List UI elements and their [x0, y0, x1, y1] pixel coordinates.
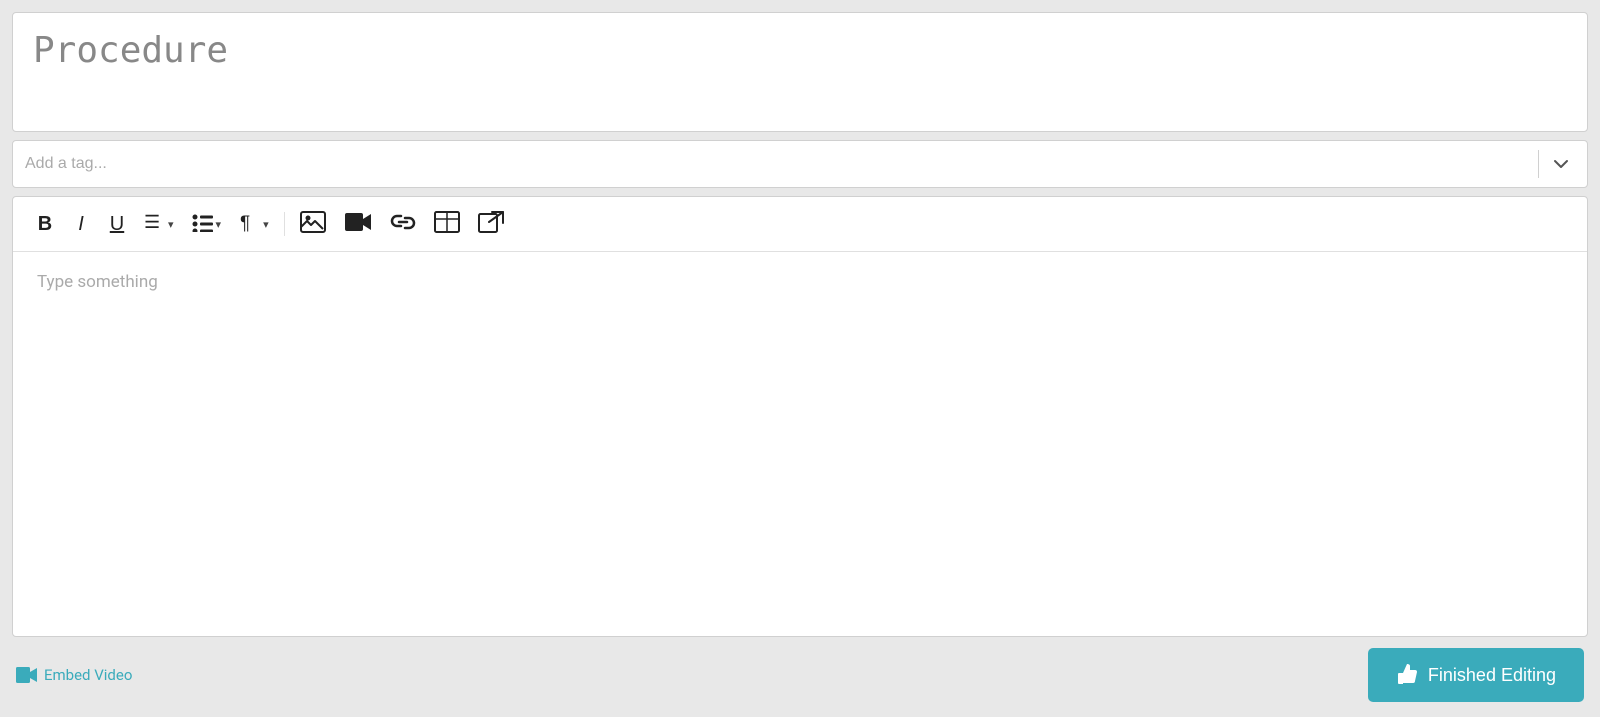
italic-button[interactable]: I [65, 207, 97, 241]
embed-video-icon [16, 666, 38, 684]
svg-text:¶: ¶ [240, 213, 250, 233]
editor-toolbar: B I U ☰ ▾ [13, 197, 1587, 252]
unordered-list-dropdown-arrow: ▾ [216, 218, 222, 231]
toolbar-separator-1 [284, 212, 285, 236]
bold-icon: B [38, 213, 52, 236]
bold-button[interactable]: B [29, 207, 61, 241]
finished-editing-button[interactable]: Finished Editing [1368, 648, 1584, 702]
tag-input[interactable] [25, 155, 1530, 173]
video-icon [344, 211, 372, 238]
chevron-down-icon [1553, 156, 1569, 172]
editor-content-area[interactable]: Type something [13, 252, 1587, 636]
external-link-icon [478, 211, 504, 238]
embed-video-label: Embed Video [44, 666, 132, 684]
thumbs-up-icon [1396, 662, 1418, 689]
tag-divider [1538, 150, 1539, 178]
italic-icon: I [78, 213, 84, 236]
svg-text:☰: ☰ [144, 212, 160, 232]
underline-button[interactable]: U [101, 207, 133, 241]
insert-video-button[interactable] [337, 207, 379, 241]
editor-container: B I U ☰ ▾ [12, 196, 1588, 637]
ordered-list-button[interactable]: ☰ ▾ [137, 207, 181, 241]
procedure-title-input[interactable] [12, 12, 1588, 132]
embed-video-link[interactable]: Embed Video [16, 666, 132, 684]
ordered-list-icon: ☰ [144, 212, 166, 237]
insert-image-button[interactable] [293, 207, 333, 241]
paragraph-style-button[interactable]: ¶ ▾ [232, 207, 276, 241]
unordered-list-icon [192, 212, 214, 237]
paragraph-style-dropdown-arrow: ▾ [263, 218, 269, 231]
unordered-list-button[interactable]: ▾ [185, 207, 229, 241]
tag-input-row [12, 140, 1588, 188]
ordered-list-dropdown-arrow: ▾ [168, 218, 174, 231]
table-icon [434, 211, 460, 238]
paragraph-icon: ¶ [239, 211, 261, 238]
external-link-button[interactable] [471, 207, 511, 241]
bottom-bar: Embed Video Finished Editing [12, 645, 1588, 705]
tag-dropdown-button[interactable] [1547, 152, 1575, 176]
insert-table-button[interactable] [427, 207, 467, 241]
link-icon [390, 211, 416, 238]
finished-editing-label: Finished Editing [1428, 665, 1556, 686]
insert-link-button[interactable] [383, 207, 423, 241]
underline-icon: U [110, 213, 124, 236]
editor-placeholder: Type something [37, 272, 158, 292]
image-icon [300, 211, 326, 238]
